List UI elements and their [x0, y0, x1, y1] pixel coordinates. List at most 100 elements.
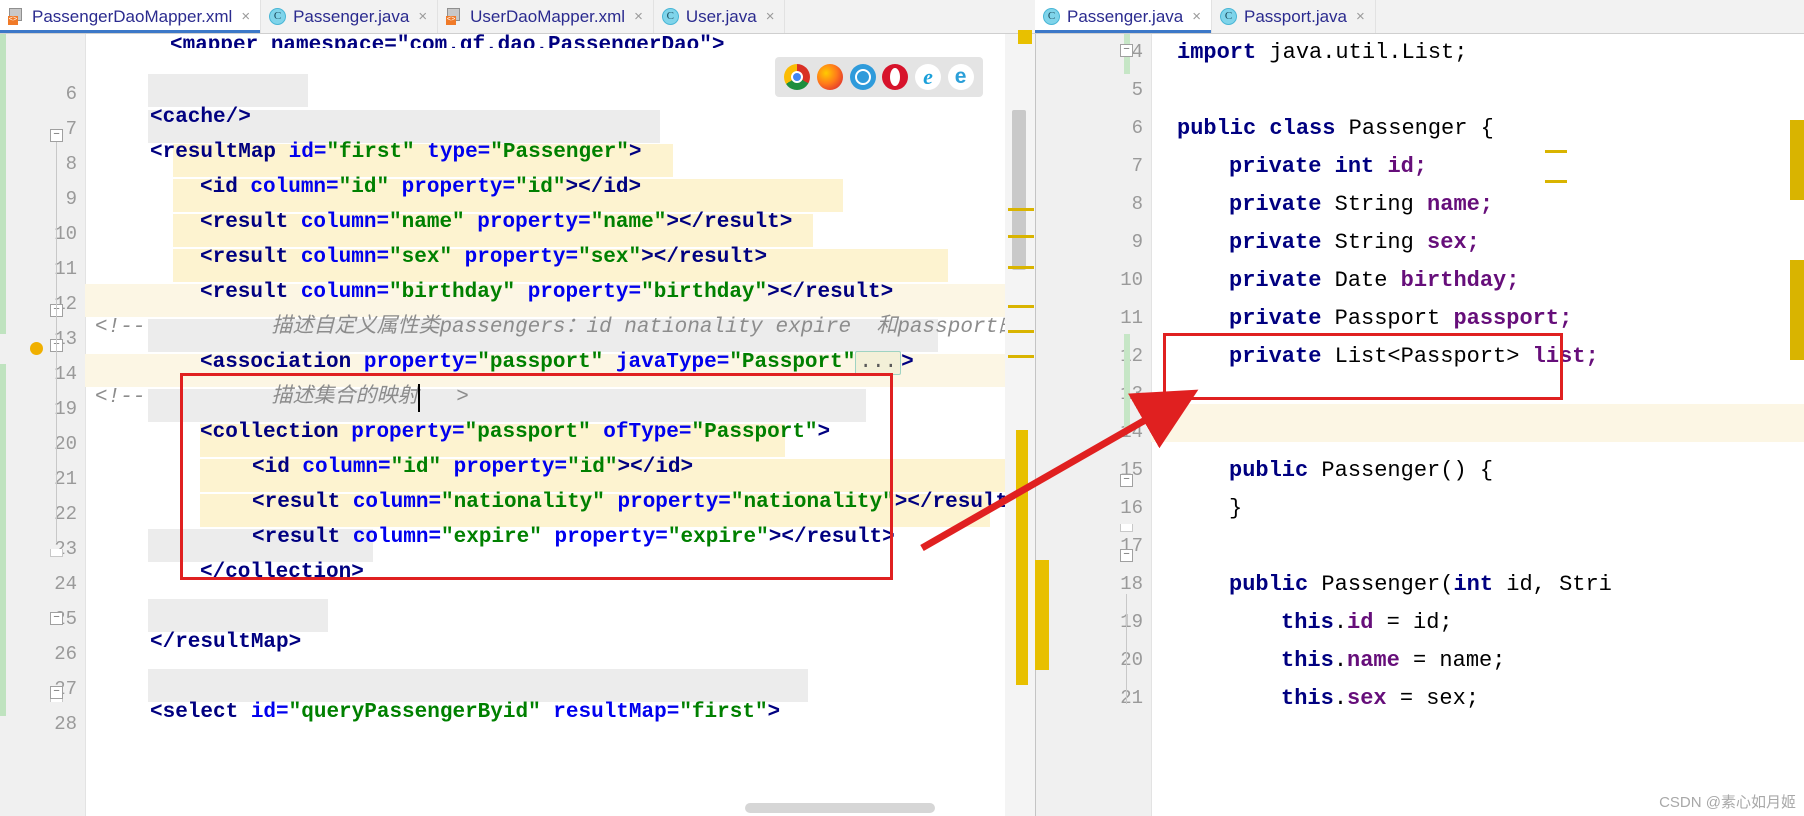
- code-line: this.id = id;: [1281, 610, 1453, 635]
- token: </resultMap>: [150, 631, 302, 654]
- collapsed-code-placeholder[interactable]: ...: [855, 351, 902, 375]
- fold-toggle-icon[interactable]: −: [50, 686, 63, 699]
- token: private: [1229, 344, 1322, 369]
- warning-marker[interactable]: [1008, 235, 1034, 238]
- token: private: [1229, 268, 1322, 293]
- token: >: [901, 351, 914, 374]
- token: id=: [250, 701, 289, 724]
- fold-toggle-icon[interactable]: −: [1120, 474, 1133, 487]
- token: "expire": [667, 526, 769, 549]
- line-number: 14: [54, 363, 77, 385]
- code-line: import java.util.List;: [1177, 34, 1467, 72]
- partial-top-line: <mapper namespace="com.qf.dao.PassengerD…: [170, 34, 725, 48]
- code-editor-java[interactable]: 4 5 6 7 8 9 10 11 12 13 14 15 16 17 18 1…: [1035, 34, 1804, 816]
- close-icon[interactable]: ×: [241, 9, 250, 24]
- token: <result: [200, 211, 301, 234]
- token: this: [1281, 648, 1334, 673]
- changed-lines-marker[interactable]: [1016, 430, 1028, 685]
- edge-icon[interactable]: e: [947, 64, 974, 90]
- browser-selector-toolbar[interactable]: e e: [775, 57, 983, 97]
- token: property=: [527, 281, 642, 304]
- close-icon[interactable]: ×: [1192, 9, 1201, 24]
- internet-explorer-icon[interactable]: e: [914, 64, 941, 90]
- code-line: <id column="id" property="id"></id>: [200, 169, 641, 207]
- code-line: <result column="expire" property="expire…: [252, 519, 895, 557]
- chrome-icon[interactable]: [784, 64, 811, 90]
- fold-toggle-icon[interactable]: −: [50, 612, 63, 625]
- tab-label: User.java: [685, 7, 757, 26]
- line-number: 10: [1120, 269, 1143, 291]
- token: property=: [401, 176, 516, 199]
- token: "passport": [477, 351, 604, 374]
- horizontal-scrollbar-left[interactable]: [745, 803, 935, 813]
- token: public: [1229, 458, 1309, 483]
- code-line: private Date birthday;: [1229, 262, 1519, 300]
- warning-marker-strip[interactable]: [1790, 120, 1804, 200]
- token: "id": [567, 456, 618, 479]
- code-line: <id column="id" property="id"></id>: [252, 449, 693, 487]
- tab-passenger-java-right[interactable]: C Passenger.java ×: [1035, 0, 1213, 33]
- token: </id>: [578, 176, 642, 199]
- token: private: [1229, 192, 1322, 217]
- warning-marker[interactable]: [1008, 305, 1034, 308]
- tab-label: Passenger.java: [293, 7, 410, 26]
- safari-icon[interactable]: [849, 64, 876, 90]
- close-icon[interactable]: ×: [1356, 9, 1365, 24]
- warning-marker[interactable]: [1008, 266, 1034, 269]
- changed-lines-marker-right[interactable]: [1035, 560, 1049, 670]
- scrollbar-thumb-left[interactable]: [1012, 110, 1026, 270]
- token: "sex": [389, 246, 453, 269]
- token: {: [1480, 116, 1494, 141]
- tab-userdaomapper-xml[interactable]: <> UserDaoMapper.xml ×: [438, 0, 654, 33]
- text-caret: [418, 384, 420, 412]
- fold-toggle-icon[interactable]: −: [1120, 549, 1133, 562]
- token: column=: [300, 246, 390, 269]
- token: <select: [150, 701, 251, 724]
- warning-marker[interactable]: [1008, 208, 1034, 211]
- token: <result: [252, 526, 353, 549]
- warning-marker[interactable]: [1545, 150, 1567, 153]
- fold-region-end: [50, 549, 63, 557]
- code-line: public Passenger() {: [1229, 458, 1494, 483]
- opera-icon[interactable]: [882, 64, 909, 90]
- token: type=: [427, 141, 491, 164]
- token: passport;: [1453, 306, 1573, 331]
- warning-marker-strip[interactable]: [1790, 260, 1804, 360]
- fold-toggle-icon[interactable]: −: [50, 129, 63, 142]
- ide-window: <> PassengerDaoMapper.xml × C Passenger.…: [0, 0, 1804, 816]
- token: >: [767, 701, 781, 724]
- tab-label: Passenger.java: [1067, 7, 1184, 26]
- token: birthday;: [1400, 268, 1520, 293]
- token: "id": [390, 456, 442, 479]
- tab-passport-java[interactable]: C Passport.java ×: [1212, 0, 1376, 33]
- close-icon[interactable]: ×: [418, 9, 427, 24]
- fold-toggle-icon[interactable]: −: [1120, 44, 1133, 57]
- warning-marker[interactable]: [1545, 180, 1567, 183]
- error-marker[interactable]: [1018, 30, 1032, 44]
- token: >: [456, 386, 469, 409]
- vcs-change-stripe: [0, 34, 6, 334]
- close-icon[interactable]: ×: [766, 9, 775, 24]
- firefox-icon[interactable]: [816, 64, 843, 90]
- token: "queryPassengerByid": [288, 701, 541, 724]
- tab-label: UserDaoMapper.xml: [470, 7, 626, 26]
- token: </result>: [653, 246, 768, 269]
- token: property=: [617, 491, 731, 514]
- token: </result>: [678, 211, 793, 234]
- code-line: <collection property="passport" ofType="…: [200, 414, 830, 452]
- code-editor-xml[interactable]: 6 7 8 9 10 11 12 13 14 19 20 21 22 23 24…: [0, 34, 1035, 816]
- tab-passenger-java[interactable]: C Passenger.java ×: [261, 0, 439, 33]
- warning-marker[interactable]: [1008, 330, 1034, 333]
- java-class-icon: C: [1220, 8, 1238, 25]
- code-line: this.sex = sex;: [1281, 686, 1480, 711]
- token: public: [1177, 116, 1257, 141]
- tab-passengerdaomapper-xml[interactable]: <> PassengerDaoMapper.xml ×: [0, 0, 262, 33]
- token: class: [1269, 116, 1336, 141]
- code-text-right[interactable]: import java.util.List; public class Pass…: [1151, 34, 1804, 816]
- intention-bulb-icon[interactable]: [30, 342, 43, 355]
- tab-user-java[interactable]: C User.java ×: [653, 0, 786, 33]
- close-icon[interactable]: ×: [634, 9, 643, 24]
- code-text-left[interactable]: <mapper namespace="com.qf.dao.PassengerD…: [85, 34, 1035, 816]
- warning-marker[interactable]: [1008, 355, 1034, 358]
- code-line-comment: <!-- 描述自定义属性类passengers：id nationality e…: [95, 309, 1019, 347]
